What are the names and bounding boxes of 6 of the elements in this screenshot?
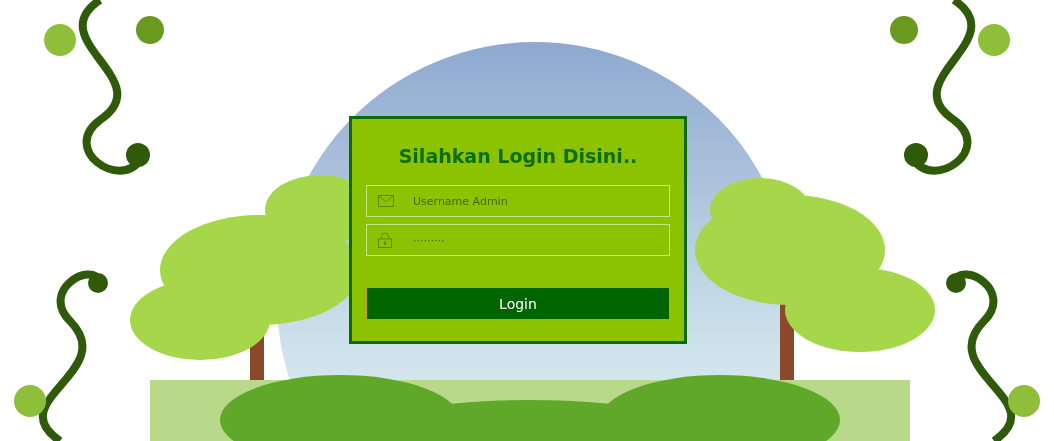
lock-icon <box>378 232 392 248</box>
mail-icon <box>378 195 394 207</box>
input-field[interactable]: ········· <box>366 224 670 256</box>
login-title: Silahkan Login Disini.. <box>397 145 639 167</box>
input-field[interactable]: Username Admin <box>366 185 670 217</box>
login-button[interactable]: Login <box>366 287 670 320</box>
